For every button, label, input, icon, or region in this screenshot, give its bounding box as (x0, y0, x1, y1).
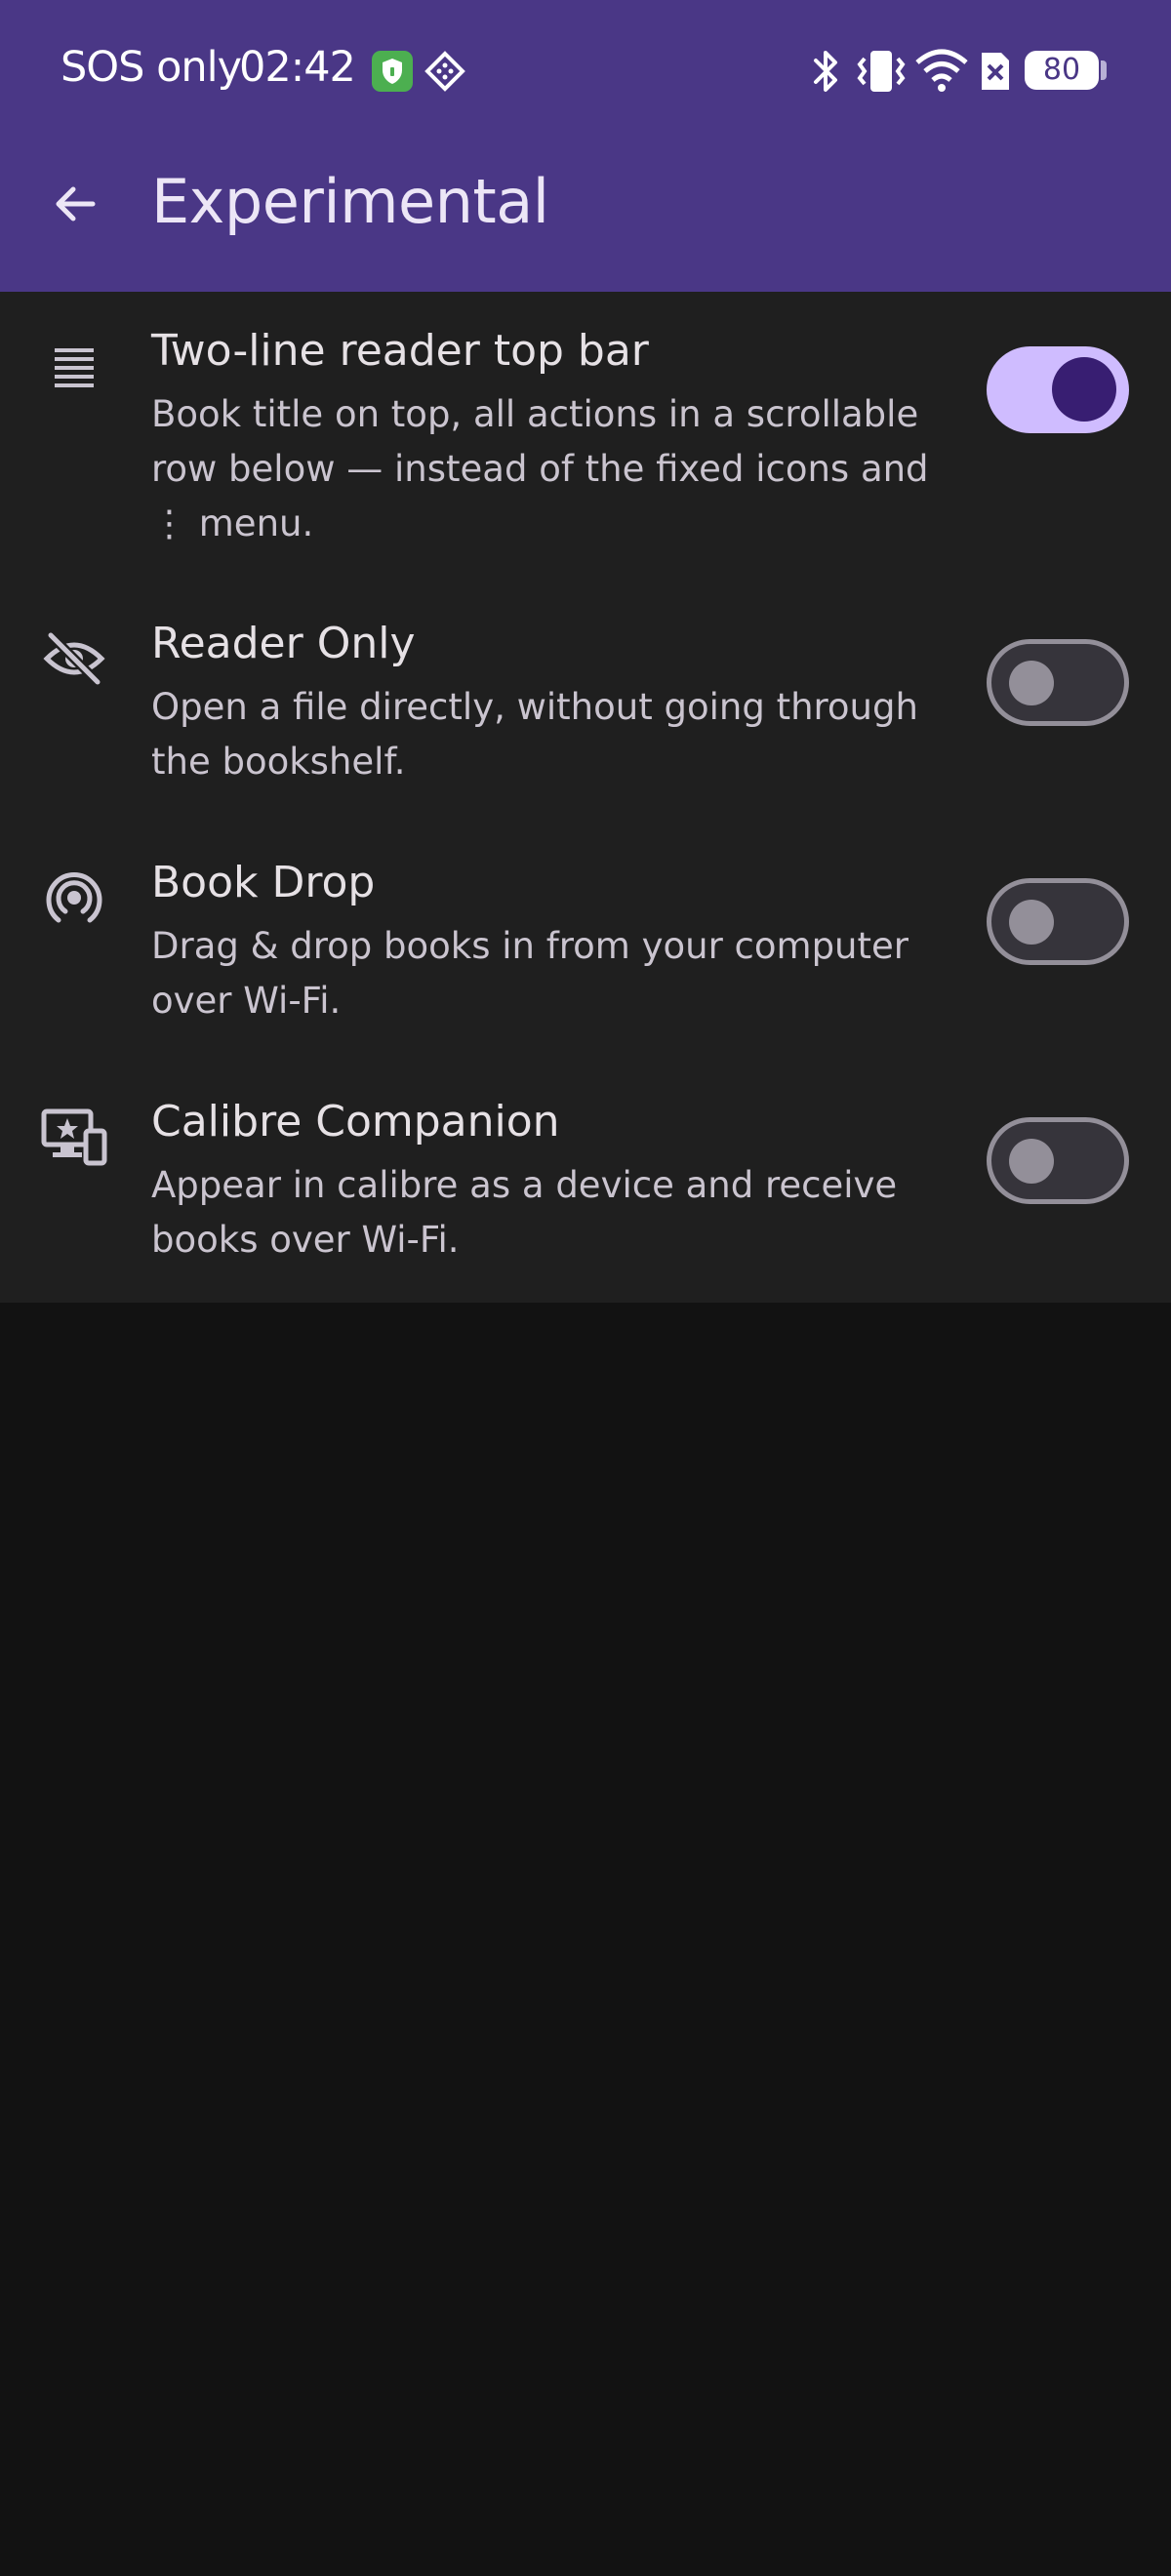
setting-description: Open a file directly, without going thro… (151, 686, 918, 783)
setting-description: Appear in calibre as a device and receiv… (151, 1164, 898, 1261)
app-header: SOS only 02:42 80 Experimental (0, 0, 1171, 292)
setting-title: Calibre Companion (151, 1097, 560, 1147)
battery-icon: 80 (1025, 51, 1099, 90)
toggle-thumb (1009, 900, 1054, 945)
devices-star-icon (39, 1102, 109, 1172)
book-drop-toggle[interactable] (987, 878, 1129, 965)
setting-title: Reader Only (151, 619, 416, 668)
battery-tip (1101, 60, 1107, 80)
bluetooth-icon (814, 51, 837, 92)
setting-two-line-top-bar[interactable]: Two-line reader top bar Book title on to… (0, 316, 1171, 570)
two-line-top-bar-toggle[interactable] (987, 346, 1129, 433)
sim-off-icon (982, 53, 1009, 90)
eye-off-icon (39, 624, 109, 694)
back-button[interactable] (39, 168, 111, 240)
toggle-thumb (1009, 1139, 1054, 1184)
page-title: Experimental (151, 166, 549, 237)
setting-calibre-companion[interactable]: Calibre Companion Appear in calibre as a… (0, 1087, 1171, 1287)
setting-title: Two-line reader top bar (151, 326, 649, 376)
arrow-back-icon (56, 186, 96, 221)
setting-description: Book title on top, all actions in a scro… (151, 393, 929, 544)
status-time: 02:42 (239, 43, 356, 92)
broadcast-icon (39, 863, 109, 933)
reader-only-toggle[interactable] (987, 639, 1129, 726)
setting-book-drop[interactable]: Book Drop Drag & drop books in from your… (0, 848, 1171, 1048)
setting-reader-only[interactable]: Reader Only Open a file directly, withou… (0, 609, 1171, 809)
carrier-status: SOS only (61, 43, 242, 92)
diamond-icon (424, 51, 465, 92)
toggle-thumb (1009, 661, 1054, 705)
vibrate-icon (857, 51, 906, 92)
reorder-lines-icon (39, 331, 109, 401)
setting-description: Drag & drop books in from your computer … (151, 925, 909, 1022)
wifi-icon (915, 49, 968, 92)
toggle-thumb (1052, 357, 1116, 422)
settings-list: Two-line reader top bar Book title on to… (0, 292, 1171, 1303)
status-bar: SOS only 02:42 80 (0, 0, 1171, 141)
setting-title: Book Drop (151, 858, 376, 907)
calibre-companion-toggle[interactable] (987, 1117, 1129, 1204)
shield-icon (372, 51, 413, 92)
